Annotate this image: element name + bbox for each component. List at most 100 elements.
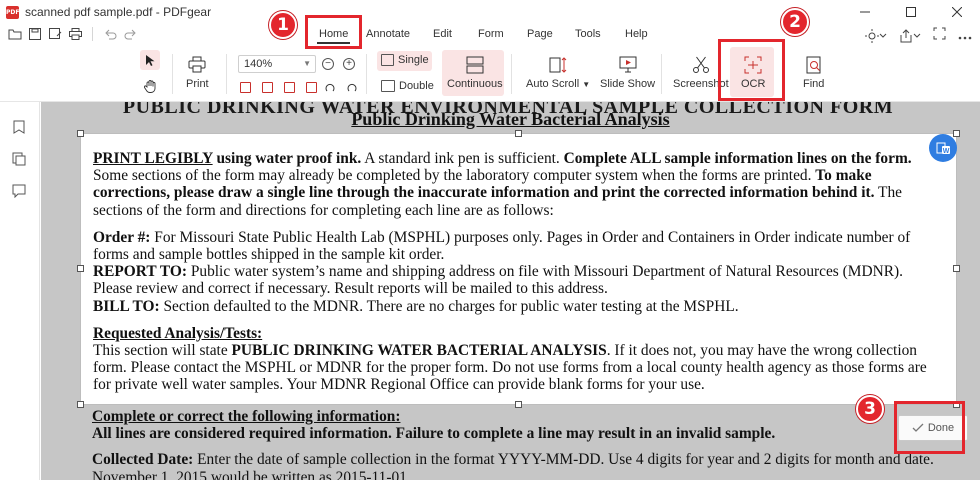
rotate-right-icon[interactable] — [346, 83, 358, 93]
bill-to-text: Section defaulted to the MDNR. There are… — [159, 297, 739, 315]
requested-analysis-label: Requested Analysis/Tests: — [93, 324, 263, 342]
report-to-paragraph: REPORT TO: Public water system’s name an… — [93, 263, 943, 297]
slide-show-button[interactable]: Slide Show — [600, 56, 655, 90]
requested-analysis-heading: Requested Analysis/Tests: — [93, 325, 943, 342]
theme-button[interactable] — [865, 29, 887, 43]
comments-icon[interactable] — [12, 184, 26, 198]
auto-scroll-label: Auto Scroll ▼ — [526, 78, 590, 90]
tab-tools[interactable]: Tools — [575, 28, 601, 40]
collected-date-text: Enter the date of sample collection in t… — [92, 451, 934, 480]
find-button[interactable]: Find — [803, 56, 824, 90]
left-side-panel — [0, 102, 40, 480]
resize-handle-left[interactable] — [77, 265, 84, 272]
find-icon — [806, 56, 821, 74]
tab-edit[interactable]: Edit — [433, 28, 452, 40]
auto-scroll-icon — [549, 57, 567, 73]
open-folder-button[interactable] — [8, 27, 22, 41]
bookmark-icon[interactable] — [12, 120, 26, 134]
share-button[interactable] — [899, 29, 921, 43]
more-button[interactable] — [958, 27, 972, 45]
hand-tool-button[interactable] — [140, 76, 160, 96]
close-window-button[interactable] — [934, 0, 980, 24]
toolbar-divider — [92, 27, 93, 41]
resize-handle-top[interactable] — [515, 130, 522, 137]
minimize-icon — [860, 11, 870, 13]
bill-to-paragraph: BILL TO: Section defaulted to the MDNR. … — [93, 298, 943, 315]
tab-annotate[interactable]: Annotate — [366, 28, 410, 40]
fit-width-button[interactable] — [284, 82, 295, 93]
fit-page-button[interactable] — [262, 82, 273, 93]
maximize-button[interactable] — [888, 0, 934, 24]
chevron-down-icon — [879, 33, 887, 38]
rotate-left-icon[interactable] — [324, 83, 336, 93]
ocr-region-text: PRINT LEGIBLY using water proof ink. A s… — [93, 150, 943, 394]
quick-access-toolbar — [8, 27, 137, 41]
cursor-arrow-icon — [146, 54, 155, 66]
zoom-out-button[interactable]: − — [322, 58, 334, 70]
double-label: Double — [399, 80, 434, 92]
continuous-scroll-icon — [466, 56, 484, 74]
fit-height-button[interactable] — [306, 82, 317, 93]
requested-bold-text: PUBLIC DRINKING WATER BACTERIAL ANALYSIS — [231, 342, 607, 360]
ocr-button-highlight — [718, 39, 785, 101]
svg-text:W: W — [943, 148, 950, 155]
undo-button[interactable] — [103, 27, 117, 41]
tab-page[interactable]: Page — [527, 28, 553, 40]
print-quick-button[interactable] — [68, 27, 82, 41]
continuous-button[interactable]: Continuous — [447, 56, 503, 90]
ribbon-divider — [366, 54, 367, 94]
document-viewer[interactable]: PUBLIC DRINKING WATER ENVIRONMENTAL SAMP… — [41, 102, 980, 480]
double-page-button[interactable]: Double — [381, 80, 434, 92]
ribbon-divider — [226, 54, 227, 94]
single-label: Single — [398, 54, 429, 66]
save-as-button[interactable] — [48, 27, 62, 41]
requested-analysis-paragraph: This section will state PUBLIC DRINKING … — [93, 342, 943, 394]
hand-icon — [143, 79, 155, 93]
chevron-down-icon: ▼ — [582, 80, 591, 89]
convert-to-word-button[interactable]: W — [929, 134, 957, 162]
step-3-badge: 3 — [856, 395, 884, 423]
auto-scroll-button[interactable]: Auto Scroll ▼ — [526, 56, 590, 90]
done-button-highlight — [894, 401, 965, 454]
undo-icon — [104, 29, 116, 39]
zoom-value: 140% — [244, 58, 273, 70]
minimize-button[interactable] — [842, 0, 888, 24]
right-tools — [865, 27, 972, 45]
more-icon — [958, 36, 972, 40]
resize-handle-top-right[interactable] — [953, 130, 960, 137]
fullscreen-button[interactable] — [933, 27, 946, 45]
resize-handle-bottom-left[interactable] — [77, 401, 84, 408]
ribbon-divider — [172, 54, 173, 94]
order-text: For Missouri State Public Health Lab (MS… — [93, 228, 911, 264]
share-icon — [900, 29, 912, 43]
resize-handle-right[interactable] — [953, 265, 960, 272]
scissors-icon — [692, 56, 709, 73]
zoom-in-button[interactable]: + — [343, 58, 355, 70]
printer-icon — [188, 56, 206, 73]
select-tool-button[interactable] — [140, 50, 160, 70]
app-logo-icon: PDF — [6, 5, 19, 19]
waterproof-ink-text: using water proof ink. — [212, 150, 362, 167]
tab-form[interactable]: Form — [478, 28, 504, 40]
required-info-text: All lines are considered required inform… — [92, 425, 776, 443]
ocr-selection-region[interactable]: PRINT LEGIBLY using water proof ink. A s… — [80, 133, 957, 405]
single-page-button[interactable]: Single — [381, 54, 429, 66]
zoom-select[interactable]: 140% ▼ — [238, 55, 316, 73]
collected-date-paragraph: Collected Date: Enter the date of sample… — [92, 451, 952, 480]
ribbon-divider — [661, 54, 662, 94]
redo-button[interactable] — [123, 27, 137, 41]
maximize-icon — [906, 7, 916, 17]
fit-actual-size-button[interactable] — [240, 82, 251, 93]
printer-icon — [68, 28, 82, 40]
print-button[interactable]: Print — [186, 56, 209, 90]
save-button[interactable] — [28, 27, 42, 41]
tab-help[interactable]: Help — [625, 28, 648, 40]
save-icon — [29, 28, 41, 40]
resize-handle-top-left[interactable] — [77, 130, 84, 137]
thumbnails-icon[interactable] — [12, 152, 26, 166]
print-legibly-text: PRINT LEGIBLY — [93, 150, 213, 167]
bill-to-label: BILL TO: — [93, 297, 160, 315]
single-page-icon — [381, 54, 394, 66]
auto-scroll-text: Auto Scroll — [526, 78, 580, 90]
resize-handle-bottom[interactable] — [515, 401, 522, 408]
